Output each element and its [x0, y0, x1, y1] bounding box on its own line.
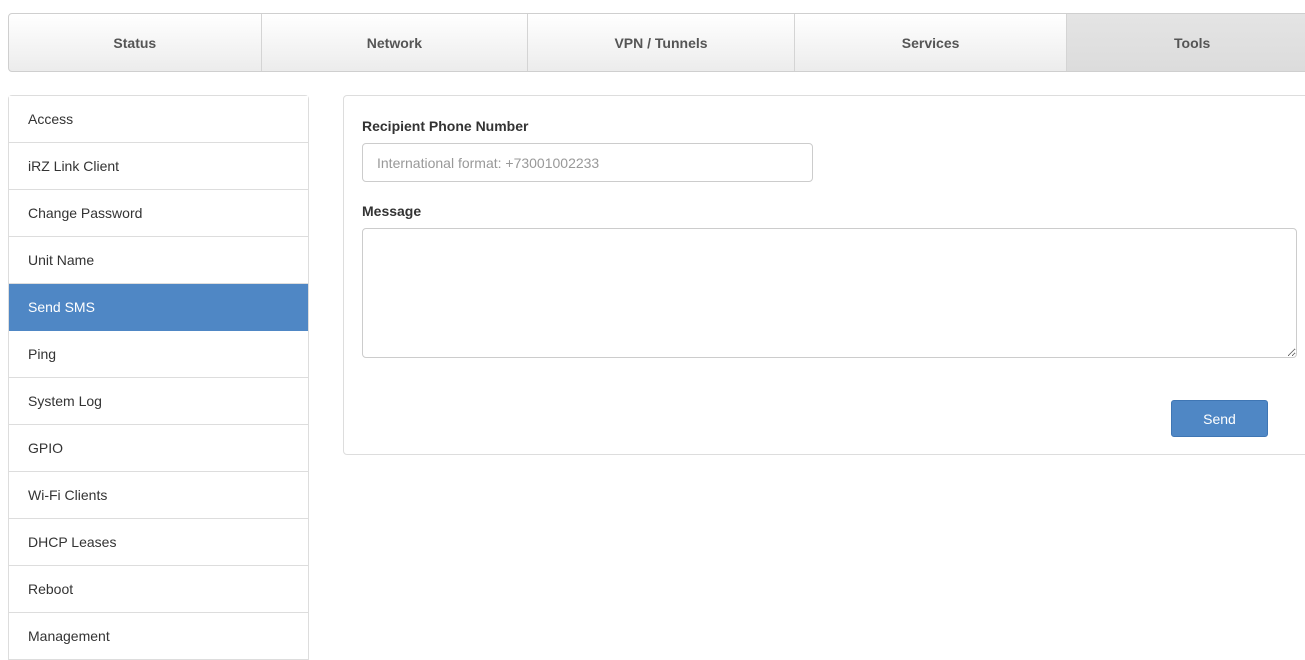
- sidebar-item-irz-link-client[interactable]: iRZ Link Client: [9, 143, 308, 190]
- sidebar-item-access[interactable]: Access: [9, 96, 308, 143]
- sidebar-item-system-log[interactable]: System Log: [9, 378, 308, 425]
- message-label: Message: [362, 203, 422, 219]
- top-navigation: Status Network VPN / Tunnels Services To…: [8, 13, 1305, 72]
- sidebar-item-management[interactable]: Management: [9, 613, 308, 660]
- sidebar-item-unit-name[interactable]: Unit Name: [9, 237, 308, 284]
- tab-network[interactable]: Network: [262, 14, 529, 71]
- message-textarea[interactable]: [362, 228, 1297, 358]
- phone-label: Recipient Phone Number: [362, 118, 529, 134]
- sidebar-item-change-password[interactable]: Change Password: [9, 190, 308, 237]
- sidebar-item-ping[interactable]: Ping: [9, 331, 308, 378]
- sidebar-item-gpio[interactable]: GPIO: [9, 425, 308, 472]
- send-sms-panel: Recipient Phone Number Message Send: [343, 95, 1305, 455]
- sidebar-item-wifi-clients[interactable]: Wi-Fi Clients: [9, 472, 308, 519]
- tab-services[interactable]: Services: [795, 14, 1068, 71]
- phone-input[interactable]: [362, 143, 813, 182]
- sidebar-item-dhcp-leases[interactable]: DHCP Leases: [9, 519, 308, 566]
- sidebar-menu: Access iRZ Link Client Change Password U…: [8, 95, 309, 660]
- tab-status[interactable]: Status: [9, 14, 262, 71]
- sidebar-item-reboot[interactable]: Reboot: [9, 566, 308, 613]
- sidebar-item-send-sms[interactable]: Send SMS: [9, 284, 308, 331]
- send-button[interactable]: Send: [1171, 400, 1268, 437]
- tab-tools[interactable]: Tools: [1067, 14, 1305, 71]
- tab-vpn-tunnels[interactable]: VPN / Tunnels: [528, 14, 795, 71]
